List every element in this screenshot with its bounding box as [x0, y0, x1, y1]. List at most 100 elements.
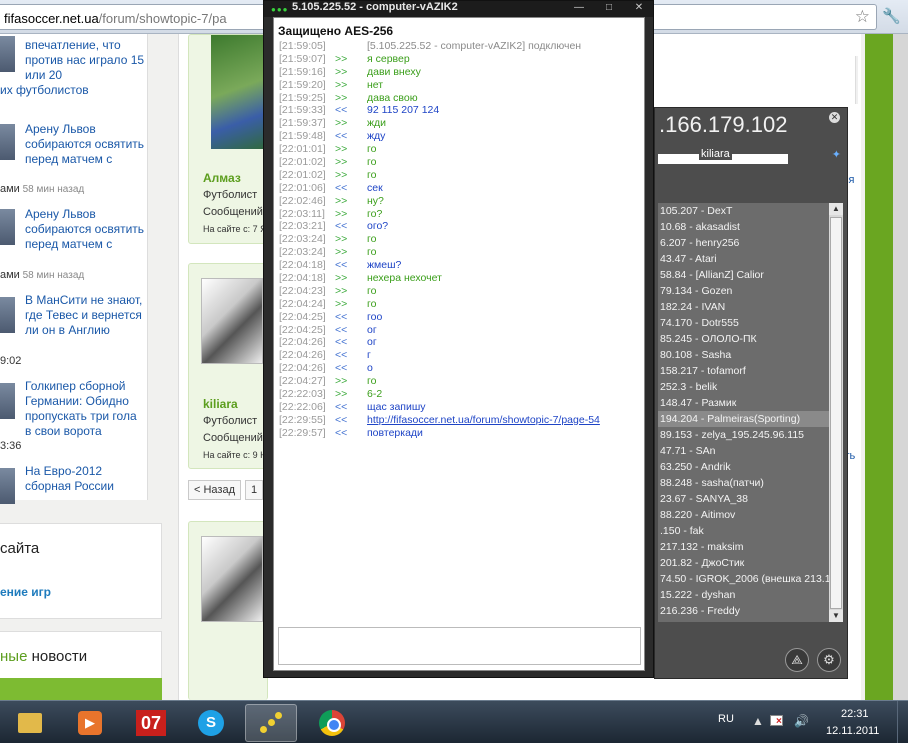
news-title[interactable]: впечатление, что против нас играло 15 ил…	[25, 38, 145, 83]
message-text: го	[367, 156, 377, 169]
news-title[interactable]: На Евро-2012 сборная России	[25, 464, 145, 494]
chat-message-row: [21:59:07] >> я сервер	[278, 53, 642, 66]
message-timestamp: [22:02:46]	[279, 194, 326, 207]
peer-list-item[interactable]: 89.153 - zelya_195.245.96.115	[658, 427, 829, 443]
bookmark-star-icon[interactable]: ☆	[855, 7, 870, 27]
message-timestamp: [22:04:26]	[279, 349, 326, 362]
peer-list-item[interactable]: 63.250 - Andrik	[658, 459, 829, 475]
close-icon[interactable]: ✕	[829, 112, 840, 123]
username-link[interactable]: kiliara	[203, 397, 238, 411]
peer-list-item[interactable]: 10.68 - akasadist	[658, 219, 829, 235]
news-time-prefix: ами	[0, 269, 20, 281]
scroll-down-icon[interactable]: ▼	[829, 610, 843, 622]
peer-list[interactable]: 105.207 - DexT 10.68 - akasadist 6.207 - h…	[658, 203, 829, 622]
peer-list-item[interactable]: .150 - fak	[658, 523, 829, 539]
message-text: г	[367, 349, 371, 362]
news-title[interactable]: Арену Львов собираются освятить перед ма…	[25, 207, 145, 252]
clock-time[interactable]: 22:31	[841, 708, 869, 720]
news-title[interactable]: В МанСити не знают, где Тевес и вернется…	[25, 293, 145, 338]
volume-icon[interactable]: 🔊	[794, 714, 809, 728]
chat-log[interactable]: [21:59:05] [5.105.225.52 - computer-vAZIK…	[278, 40, 642, 626]
peer-list-item[interactable]: 182.24 - IVAN	[658, 299, 829, 315]
skype-taskbar-button[interactable]: S	[185, 704, 237, 742]
close-button[interactable]: ✕	[627, 1, 651, 15]
news-time: 3:36	[0, 440, 21, 452]
tray-expand-icon[interactable]: ▲	[752, 714, 764, 728]
news-title[interactable]: Голкипер сборной Германии: Обидно пропус…	[25, 379, 145, 439]
peer-list-item[interactable]: 201.82 - ДжоСтик	[658, 555, 829, 571]
peer-list-item[interactable]: 47.71 - SAn	[658, 443, 829, 459]
news-title-tail: их футболистов	[0, 83, 89, 97]
explorer-taskbar-button[interactable]	[4, 704, 56, 742]
peer-list-item[interactable]: 148.47 - Размик	[658, 395, 829, 411]
message-direction: >>	[335, 284, 348, 297]
peer-ip-address: .166.179.102	[659, 112, 788, 137]
message-text: ог	[367, 336, 377, 349]
chat-message-row: [21:59:16] >> дави внеху	[278, 66, 642, 79]
news-title[interactable]: Арену Львов собираются освятить перед ма…	[25, 122, 145, 167]
message-timestamp: [22:04:23]	[279, 284, 326, 297]
peer-list-item[interactable]: 74.50 - IGROK_2006 (внешка 213.1	[658, 571, 829, 587]
news-thumbnail	[0, 209, 15, 245]
peer-list-item[interactable]: 85.245 - ОЛОЛО-ПК	[658, 331, 829, 347]
peer-list-item[interactable]: 105.207 - DexT	[658, 203, 829, 219]
message-timestamp: [22:22:06]	[279, 400, 326, 413]
peer-list-item[interactable]: 79.134 - Gozen	[658, 283, 829, 299]
peer-list-item[interactable]: 216.236 - Freddy	[658, 603, 829, 619]
pin-icon[interactable]: ✦	[832, 148, 841, 161]
chat-message-row: [21:59:20] >> нет	[278, 79, 642, 92]
pager-page-1[interactable]: 1	[245, 480, 263, 500]
wrench-menu-icon[interactable]: 🔧	[882, 7, 901, 25]
maximize-button[interactable]: □	[597, 1, 621, 15]
action-center-flag-icon[interactable]	[770, 715, 783, 727]
message-text: го	[367, 284, 377, 297]
pager-back-button[interactable]: < Назад	[188, 480, 241, 500]
peer-list-item[interactable]: 217.132 - maksim	[658, 539, 829, 555]
show-desktop-button[interactable]	[897, 701, 908, 743]
peer-list-item[interactable]: 194.204 - Palmeiras(Sporting)	[658, 411, 829, 427]
news-thumbnail	[0, 383, 15, 419]
message-link[interactable]: http://fifasoccer.net.ua/forum/showtopic…	[367, 414, 600, 427]
peer-list-item[interactable]: 158.217 - tofamorf	[658, 363, 829, 379]
clock-date[interactable]: 12.11.2011	[826, 725, 879, 737]
media-player-taskbar-button[interactable]: ▶	[64, 704, 116, 742]
peer-list-item[interactable]: 15.222 - dyshan	[658, 587, 829, 603]
language-indicator[interactable]: RU	[718, 713, 734, 725]
minimize-button[interactable]: —	[567, 1, 591, 15]
chat-app-taskbar-button[interactable]	[245, 704, 297, 742]
message-timestamp: [22:03:24]	[279, 246, 326, 259]
peer-list-item[interactable]: 88.248 - sasha(патчи)	[658, 475, 829, 491]
peer-list-item[interactable]: 252.3 - belik	[658, 379, 829, 395]
message-text: дави внеху	[367, 65, 421, 78]
message-timestamp: [22:04:25]	[279, 323, 326, 336]
chat-titlebar[interactable]: ●●● 5.105.225.52 - computer-vAZIK2 — □ ✕	[264, 1, 653, 17]
scroll-up-icon[interactable]: ▲	[829, 203, 843, 215]
chat-message-input[interactable]	[278, 627, 641, 665]
peer-list-item[interactable]: 58.84 - [AllianZ] Calior	[658, 267, 829, 283]
peer-list-item[interactable]: 23.67 - SANYA_38	[658, 491, 829, 507]
user-online-since: На сайте с: 7 Я	[203, 224, 267, 234]
peer-list-item[interactable]: 43.47 - Atari	[658, 251, 829, 267]
message-direction: <<	[335, 104, 348, 117]
games-link[interactable]: ение игр	[0, 585, 51, 599]
scroll-thumb[interactable]	[830, 217, 842, 609]
peer-list-item[interactable]: 80.108 - Sasha	[658, 347, 829, 363]
message-text: дава свою	[367, 91, 418, 104]
page-scrollbar[interactable]	[893, 34, 908, 700]
message-direction: >>	[335, 52, 348, 65]
app-07-taskbar-button[interactable]: 07	[125, 704, 177, 742]
message-direction: >>	[335, 207, 348, 220]
peer-list-item[interactable]: 88.220 - Aitimov	[658, 507, 829, 523]
username-link[interactable]: Алмаз	[203, 171, 241, 185]
news-time-prefix: 9:02	[0, 355, 22, 367]
message-text: щас запишу	[367, 400, 426, 413]
peer-list-scrollbar[interactable]: ▲ ▼	[829, 203, 843, 622]
settings-gear-icon[interactable]: ⚙	[817, 648, 841, 672]
peer-list-item[interactable]: 6.207 - henry256	[658, 235, 829, 251]
chat-message-row: [22:01:02] >> го	[278, 169, 642, 182]
chrome-icon	[319, 710, 345, 736]
share-icon[interactable]: ⟁	[785, 648, 809, 672]
chrome-taskbar-button[interactable]	[306, 704, 358, 742]
peer-list-item[interactable]: 74.170 - Dotr555	[658, 315, 829, 331]
message-text: 92 115 207 124	[367, 104, 440, 117]
